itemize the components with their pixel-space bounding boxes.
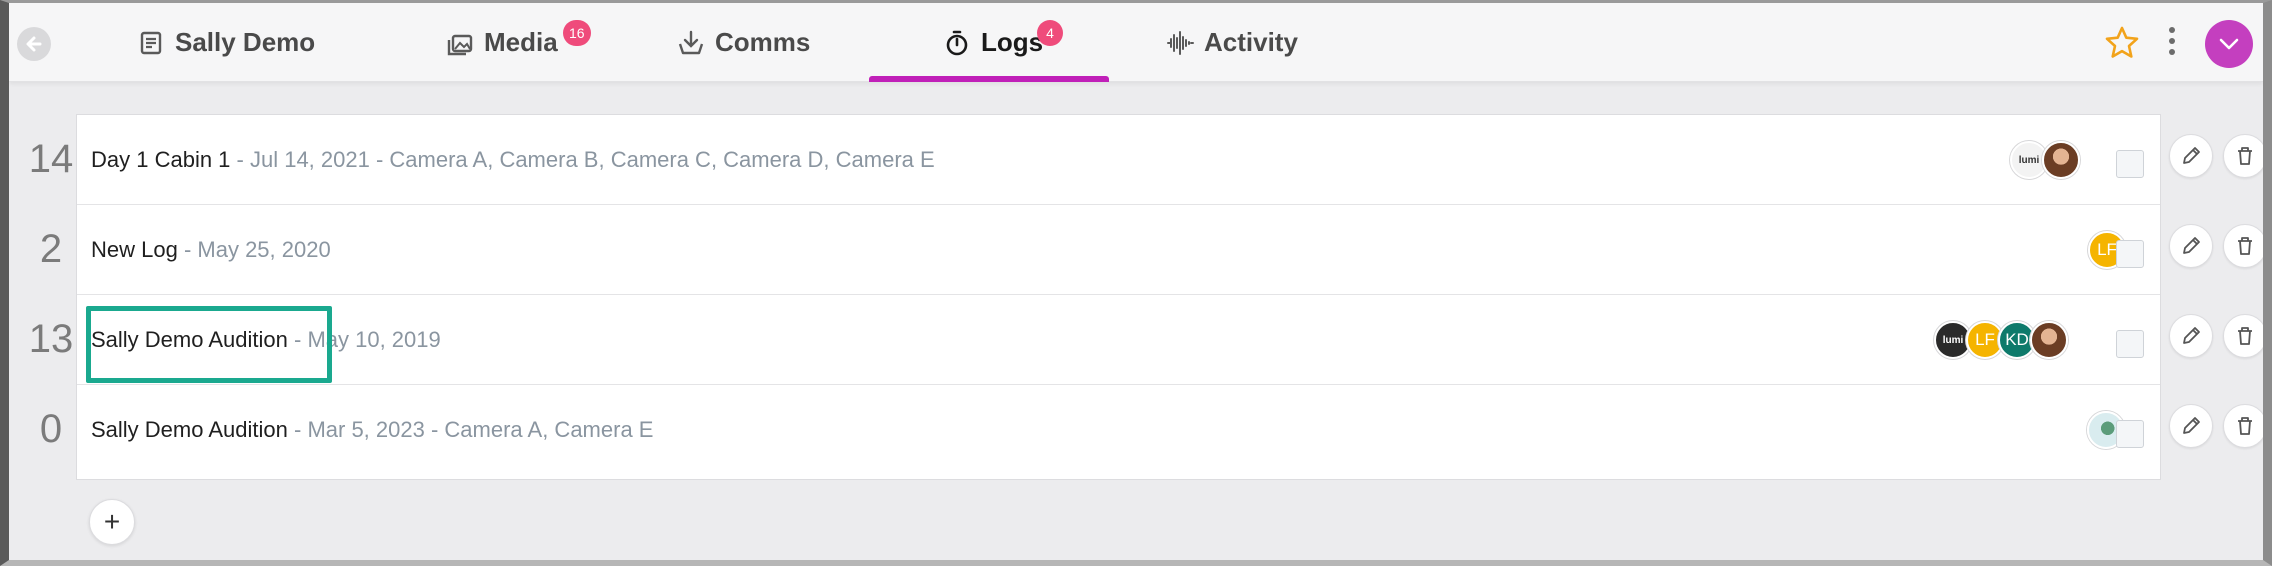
row-checkbox[interactable] bbox=[2116, 240, 2144, 268]
log-meta: - Jul 14, 2021 - Camera A, Camera B, Cam… bbox=[230, 147, 935, 172]
active-tab-indicator bbox=[869, 76, 1109, 82]
plus-icon: + bbox=[103, 506, 121, 537]
log-count: 13 bbox=[28, 317, 74, 361]
trash-icon bbox=[2238, 417, 2252, 435]
tab-comms[interactable]: Comms bbox=[677, 3, 810, 82]
log-count: 0 bbox=[39, 407, 63, 451]
add-log-button[interactable]: + bbox=[89, 499, 135, 545]
edit-button[interactable] bbox=[2169, 314, 2213, 358]
log-title[interactable]: Sally Demo Audition - Mar 5, 2023 - Came… bbox=[91, 385, 653, 475]
logs-count-badge: 4 bbox=[1037, 20, 1063, 46]
user-photo-avatar bbox=[2030, 321, 2068, 359]
log-title[interactable]: Day 1 Cabin 1 - Jul 14, 2021 - Camera A,… bbox=[91, 115, 935, 205]
row-checkbox[interactable] bbox=[2116, 150, 2144, 178]
collaborator-avatars: lumi LF KD bbox=[1934, 295, 2068, 385]
tab-activity[interactable]: Activity bbox=[1166, 3, 1298, 82]
log-name: Sally Demo Audition bbox=[91, 417, 288, 442]
tab-sally-demo[interactable]: Sally Demo bbox=[137, 3, 315, 82]
edit-button[interactable] bbox=[2169, 224, 2213, 268]
pencil-icon bbox=[2183, 417, 2200, 434]
back-button[interactable] bbox=[17, 27, 51, 61]
chevron-down-icon bbox=[2219, 38, 2239, 50]
trash-icon bbox=[2238, 237, 2252, 255]
log-count: 14 bbox=[28, 137, 74, 181]
log-row[interactable]: Day 1 Cabin 1 - Jul 14, 2021 - Camera A,… bbox=[77, 115, 2160, 205]
log-title[interactable]: New Log - May 25, 2020 bbox=[91, 205, 331, 295]
download-tray-icon bbox=[678, 30, 704, 54]
edit-button[interactable] bbox=[2169, 404, 2213, 448]
tab-logs[interactable]: Logs 4 bbox=[943, 3, 1063, 82]
tab-label: Logs bbox=[981, 27, 1044, 57]
delete-button[interactable] bbox=[2223, 314, 2263, 358]
tab-label: Comms bbox=[715, 27, 811, 57]
pencil-icon bbox=[2183, 147, 2200, 164]
collaborator-avatars: lumi bbox=[2010, 115, 2080, 205]
media-icon bbox=[447, 34, 473, 55]
media-count-badge: 16 bbox=[563, 20, 591, 46]
trash-icon bbox=[2238, 327, 2252, 345]
tab-label: Media bbox=[484, 27, 558, 57]
pencil-icon bbox=[2183, 237, 2200, 254]
log-row[interactable]: New Log - May 25, 2020 LF bbox=[77, 205, 2160, 295]
log-meta: - Mar 5, 2023 - Camera A, Camera E bbox=[287, 417, 654, 442]
log-count: 2 bbox=[39, 227, 63, 271]
trash-icon bbox=[2238, 147, 2252, 165]
row-checkbox[interactable] bbox=[2116, 420, 2144, 448]
row-checkbox[interactable] bbox=[2116, 330, 2144, 358]
user-photo-avatar bbox=[2042, 141, 2080, 179]
tab-media[interactable]: Media 16 bbox=[446, 3, 591, 82]
delete-button[interactable] bbox=[2223, 134, 2263, 178]
logs-list: Day 1 Cabin 1 - Jul 14, 2021 - Camera A,… bbox=[76, 114, 2161, 480]
log-name: New Log bbox=[91, 237, 178, 262]
highlight-box bbox=[86, 306, 332, 383]
log-meta: - May 25, 2020 bbox=[177, 237, 331, 262]
more-options-icon[interactable] bbox=[2167, 27, 2177, 59]
log-row[interactable]: Sally Demo Audition - May 10, 2019 lumi … bbox=[77, 295, 2160, 385]
star-icon[interactable] bbox=[2104, 25, 2140, 61]
pencil-icon bbox=[2183, 327, 2200, 344]
delete-button[interactable] bbox=[2223, 404, 2263, 448]
arrow-left-icon bbox=[26, 36, 42, 52]
document-icon bbox=[140, 31, 162, 54]
tab-label: Sally Demo bbox=[175, 27, 316, 57]
app-window: Sally Demo Media 16 Comms Logs 4 Activit… bbox=[0, 0, 2272, 566]
tab-label: Activity bbox=[1204, 27, 1298, 57]
top-navigation-bar: Sally Demo Media 16 Comms Logs 4 Activit… bbox=[9, 3, 2263, 82]
edit-button[interactable] bbox=[2169, 134, 2213, 178]
waveform-icon bbox=[1167, 30, 1194, 55]
user-menu-button[interactable] bbox=[2205, 20, 2253, 68]
stopwatch-icon bbox=[946, 30, 968, 55]
delete-button[interactable] bbox=[2223, 224, 2263, 268]
log-name: Day 1 Cabin 1 bbox=[91, 147, 231, 172]
log-row[interactable]: Sally Demo Audition - Mar 5, 2023 - Came… bbox=[77, 385, 2160, 475]
